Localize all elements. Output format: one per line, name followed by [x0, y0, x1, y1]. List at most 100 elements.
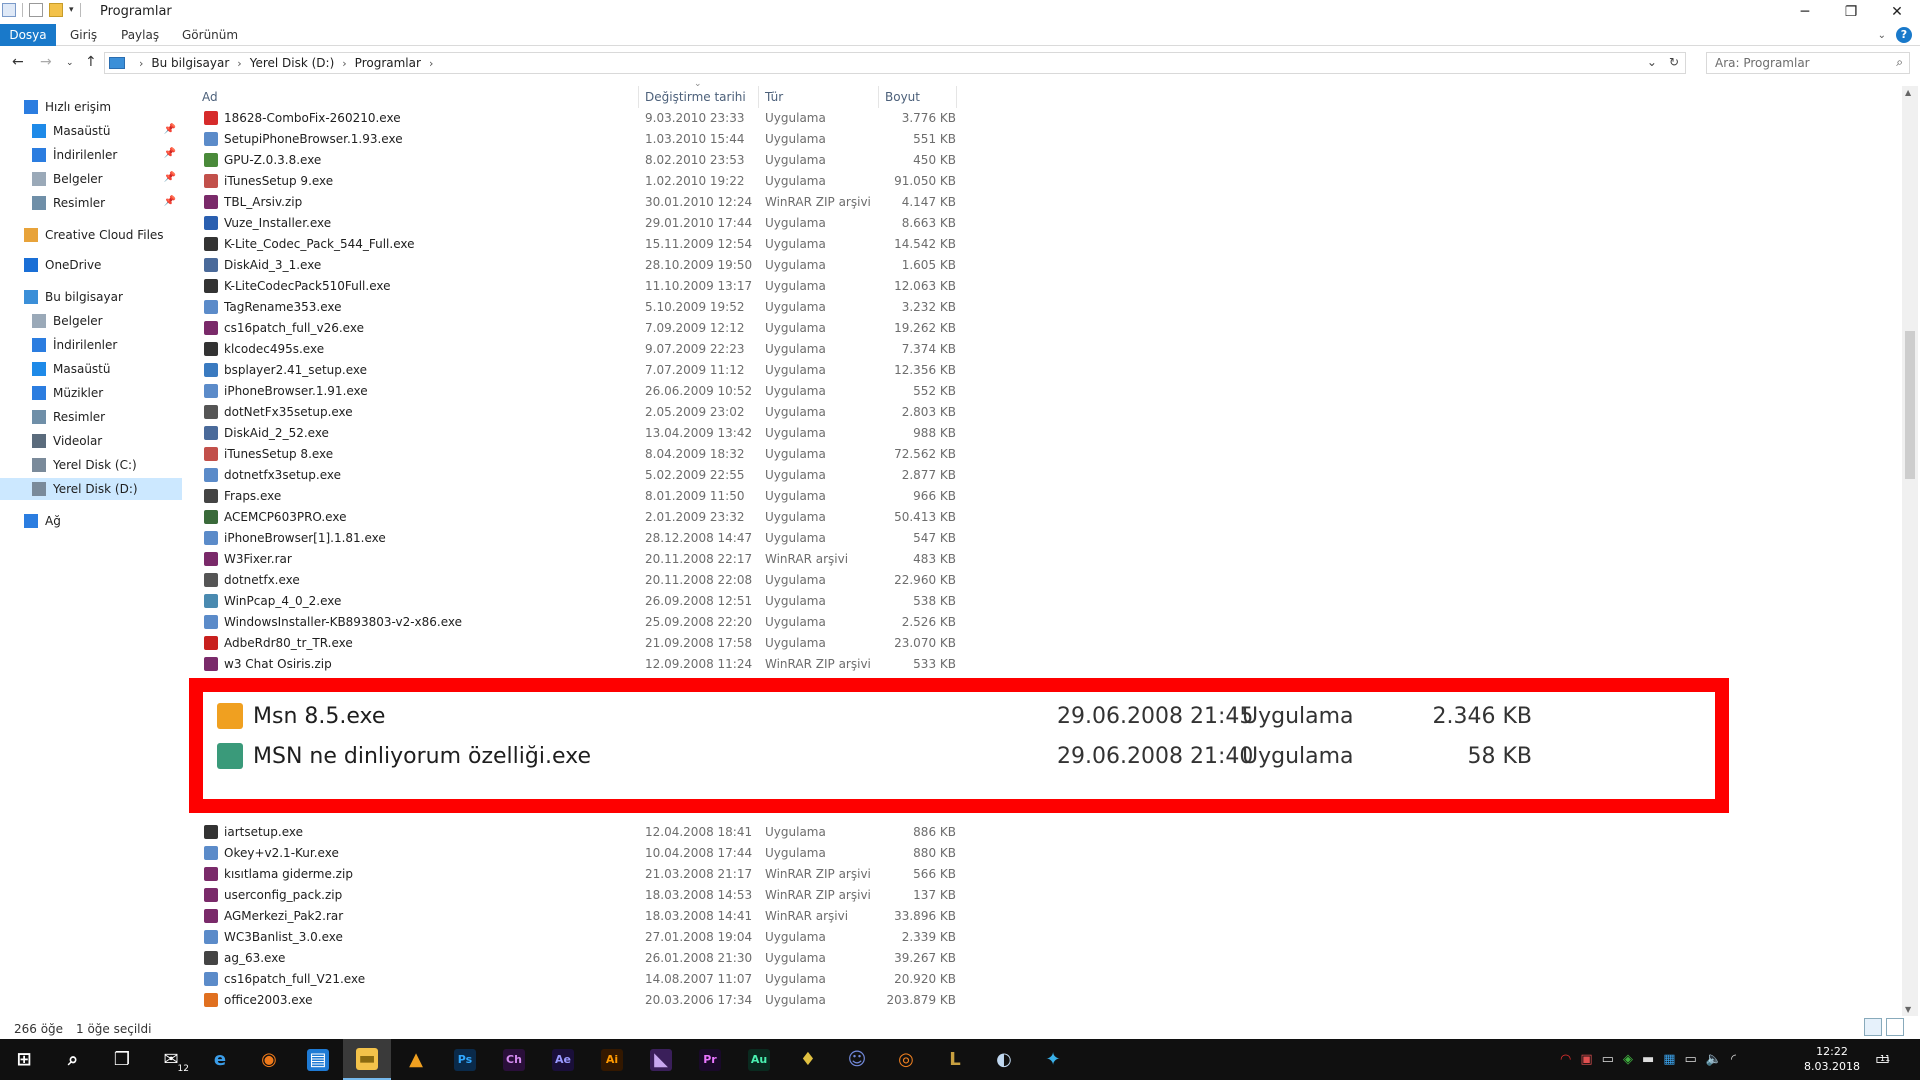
premiere-app[interactable]: Pr: [686, 1039, 734, 1080]
chevron-right-icon[interactable]: ›: [429, 57, 433, 70]
nav-item[interactable]: Ağ: [0, 510, 182, 532]
pin-icon[interactable]: 📌: [164, 196, 176, 207]
file-row[interactable]: ACEMCP603PRO.exe 2.01.2009 23:32 Uygulama 5…: [196, 506, 956, 527]
file-row[interactable]: K-Lite_Codec_Pack_544_Full.exe 15.11.2009…: [196, 233, 956, 254]
nav-item[interactable]: OneDrive: [0, 254, 182, 276]
tab-home[interactable]: Giriş: [56, 24, 111, 46]
edge-app[interactable]: e: [196, 1039, 244, 1080]
chevron-right-icon[interactable]: ›: [342, 57, 346, 70]
file-row[interactable]: w3 Chat Osiris.zip 12.09.2008 11:24 WinRAR…: [196, 653, 956, 674]
nav-item[interactable]: İndirilenler 📌: [0, 144, 182, 166]
file-row[interactable]: dotnetfx3setup.exe 5.02.2009 22:55 Uygulam…: [196, 464, 956, 485]
discord-app[interactable]: ☺: [833, 1039, 881, 1080]
breadcrumb-drive-d[interactable]: Yerel Disk (D:): [250, 56, 335, 70]
tray-app-red-icon[interactable]: ▣: [1580, 1052, 1592, 1067]
nav-item[interactable]: İndirilenler: [0, 334, 182, 356]
column-header-name[interactable]: Ad: [196, 86, 639, 108]
file-row[interactable]: DiskAid_2_52.exe 13.04.2009 13:42 Uygulama…: [196, 422, 956, 443]
pin-icon[interactable]: 📌: [164, 124, 176, 135]
column-header-size[interactable]: Boyut: [879, 86, 957, 108]
blender-app[interactable]: ◎: [882, 1039, 930, 1080]
league-app[interactable]: L: [931, 1039, 979, 1080]
back-arrow-icon[interactable]: ←: [12, 54, 24, 70]
nav-item[interactable]: Videolar: [0, 430, 182, 452]
column-header-date[interactable]: Değiştirme tarihi: [639, 86, 759, 108]
file-row[interactable]: iTunesSetup 8.exe 8.04.2009 18:32 Uygulama…: [196, 443, 956, 464]
file-row[interactable]: bsplayer2.41_setup.exe 7.07.2009 11:12 Uyg…: [196, 359, 956, 380]
help-icon[interactable]: ?: [1896, 27, 1912, 43]
breadcrumb-programlar[interactable]: Programlar: [355, 56, 421, 70]
search-button[interactable]: ⌕: [49, 1039, 97, 1080]
file-explorer-app[interactable]: ▬: [343, 1039, 391, 1080]
restore-button[interactable]: ❐: [1828, 0, 1874, 24]
file-row[interactable]: Fraps.exe 8.01.2009 11:50 Uygulama 966 KB: [196, 485, 956, 506]
expand-ribbon-icon[interactable]: ⌄: [1878, 30, 1886, 41]
pin-icon[interactable]: 📌: [164, 148, 176, 159]
file-row[interactable]: kısıtlama giderme.zip 21.03.2008 21:17 Win…: [196, 863, 956, 884]
close-button[interactable]: ✕: [1874, 0, 1920, 24]
display-tray-icon[interactable]: ▭: [1685, 1052, 1697, 1067]
file-row[interactable]: DiskAid_3_1.exe 28.10.2009 19:50 Uygulama 1…: [196, 254, 956, 275]
nav-item[interactable]: Yerel Disk (C:): [0, 454, 182, 476]
start-button[interactable]: ⊞: [0, 1039, 48, 1080]
file-row[interactable]: iartsetup.exe 12.04.2008 18:41 Uygulama 886…: [196, 821, 956, 842]
nav-item[interactable]: Hızlı erişim: [0, 96, 182, 118]
volume-tray-icon[interactable]: 🔈: [1706, 1052, 1722, 1067]
creative-cloud-tray-icon[interactable]: ◠: [1560, 1052, 1571, 1067]
large-icons-view-icon[interactable]: [1886, 1018, 1904, 1036]
battery-tray-icon[interactable]: ▬: [1642, 1052, 1654, 1067]
file-row[interactable]: SetupiPhoneBrowser.1.93.exe 1.03.2010 15:…: [196, 128, 956, 149]
tab-view[interactable]: Görünüm: [168, 24, 252, 46]
nav-item[interactable]: Creative Cloud Files: [0, 224, 182, 246]
chevron-right-icon[interactable]: ›: [139, 57, 143, 70]
scroll-up-icon[interactable]: ▲: [1905, 88, 1911, 97]
store-app[interactable]: ▤: [294, 1039, 342, 1080]
nav-item[interactable]: Bu bilgisayar: [0, 286, 182, 308]
photoshop-app[interactable]: Ps: [441, 1039, 489, 1080]
clock[interactable]: 12:22 8.03.2018: [1804, 1044, 1860, 1074]
file-row[interactable]: ag_63.exe 26.01.2008 21:30 Uygulama 39.267 …: [196, 947, 956, 968]
nav-item[interactable]: Belgeler 📌: [0, 168, 182, 190]
task-view-button[interactable]: ❐: [98, 1039, 146, 1080]
app-swirl[interactable]: ✦: [1029, 1039, 1077, 1080]
mail-app[interactable]: ✉ 12: [147, 1039, 195, 1080]
steam-app[interactable]: ◐: [980, 1039, 1028, 1080]
file-row[interactable]: AGMerkezi_Pak2.rar 18.03.2008 14:41 WinRAR…: [196, 905, 956, 926]
file-row[interactable]: TagRename353.exe 5.10.2009 19:52 Uygulama 3…: [196, 296, 956, 317]
file-row[interactable]: AdbeRdr80_tr_TR.exe 21.09.2008 17:58 Uygul…: [196, 632, 956, 653]
minimize-button[interactable]: ─: [1782, 0, 1828, 24]
address-bar[interactable]: › Bu bilgisayar › Yerel Disk (D:) › Prog…: [104, 52, 1686, 74]
details-view-icon[interactable]: [1864, 1018, 1882, 1036]
properties-icon[interactable]: [29, 3, 43, 17]
autodesk-app[interactable]: ▲: [392, 1039, 440, 1080]
keyboard-tray-icon[interactable]: ▭: [1602, 1052, 1614, 1067]
breadcrumb-this-pc[interactable]: Bu bilgisayar: [151, 56, 229, 70]
file-row[interactable]: K-LiteCodecPack510Full.exe 11.10.2009 13:…: [196, 275, 956, 296]
file-row[interactable]: WindowsInstaller-KB893803-v2-x86.exe 25.0…: [196, 611, 956, 632]
pin-icon[interactable]: 📌: [164, 172, 176, 183]
explorer-app-icon[interactable]: [2, 3, 16, 17]
file-row[interactable]: office2003.exe 20.03.2006 17:34 Uygulama 20…: [196, 989, 956, 1010]
refresh-icon[interactable]: ↻: [1669, 55, 1679, 69]
file-row[interactable]: cs16patch_full_V21.exe 14.08.2007 11:07 Uy…: [196, 968, 956, 989]
file-row[interactable]: userconfig_pack.zip 18.03.2008 14:53 WinRA…: [196, 884, 956, 905]
file-row[interactable]: dotnetfx.exe 20.11.2008 22:08 Uygulama 22.9…: [196, 569, 956, 590]
nav-item[interactable]: Resimler 📌: [0, 192, 182, 214]
search-icon[interactable]: ⌕: [1896, 55, 1903, 70]
tab-file[interactable]: Dosya: [0, 24, 56, 46]
nav-item[interactable]: Masaüstü: [0, 358, 182, 380]
audition-app[interactable]: Au: [735, 1039, 783, 1080]
firefox-app[interactable]: ◉: [245, 1039, 293, 1080]
nav-item[interactable]: Yerel Disk (D:): [0, 478, 182, 500]
highlighted-file-row[interactable]: Msn 8.5.exe 29.06.2008 21:45 Uygulama 2.346…: [217, 696, 1707, 736]
app-torch[interactable]: ♦: [784, 1039, 832, 1080]
up-arrow-icon[interactable]: ↑: [85, 54, 97, 70]
scroll-down-icon[interactable]: ▼: [1905, 1005, 1911, 1014]
scrollbar-thumb[interactable]: [1905, 331, 1915, 479]
file-row[interactable]: cs16patch_full_v26.exe 7.09.2009 12:12 Uyg…: [196, 317, 956, 338]
new-folder-icon[interactable]: [49, 3, 63, 17]
file-row[interactable]: Okey+v2.1-Kur.exe 10.04.2008 17:44 Uygulam…: [196, 842, 956, 863]
chevron-right-icon[interactable]: ›: [237, 57, 241, 70]
highlighted-file-row[interactable]: MSN ne dinliyorum özelliği.exe 29.06.2008…: [217, 736, 1707, 776]
file-row[interactable]: Vuze_Installer.exe 29.01.2010 17:44 Uygula…: [196, 212, 956, 233]
